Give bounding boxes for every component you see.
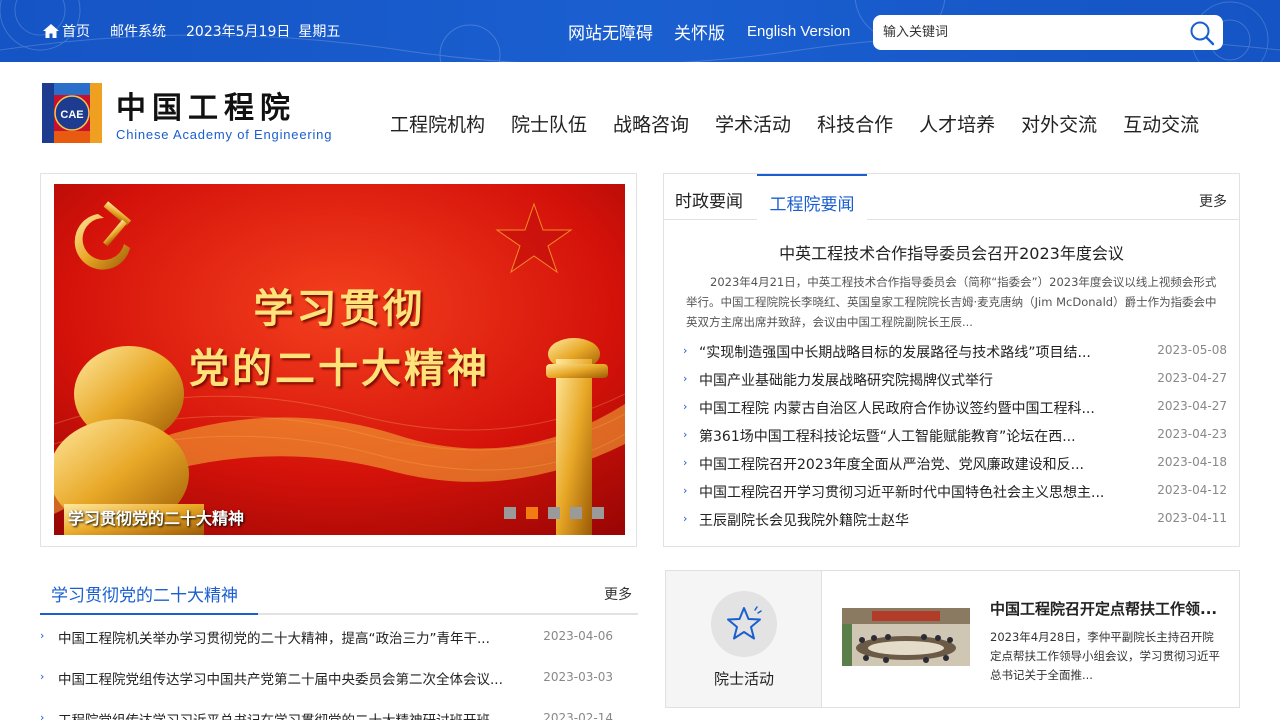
carousel-dot-4[interactable] bbox=[570, 507, 582, 519]
banner-panel: 学习贯彻 党的二十大精神 学习贯彻党的二十大精神 bbox=[40, 173, 637, 547]
news-item-date: 2023-04-18 bbox=[1157, 455, 1227, 469]
list-item: › 工程院党组传达学习习近平总书记在学习贯彻党的二十大精神研讨班开班... 2023… bbox=[40, 706, 638, 720]
current-date: 2023年5月19日 bbox=[186, 24, 291, 40]
list-item: › “实现制造强国中长期战略目标的发展路径与技术路线”项目结... 2023-05-… bbox=[664, 342, 1239, 370]
chevron-right-icon: › bbox=[683, 484, 688, 497]
chevron-right-icon: › bbox=[40, 629, 45, 642]
banner-caption[interactable]: 学习贯彻党的二十大精神 bbox=[68, 505, 244, 529]
news-item-title[interactable]: 中国工程院 内蒙古自治区人民政府合作协议签约暨中国工程科... bbox=[699, 398, 1119, 418]
chevron-right-icon: › bbox=[683, 456, 688, 469]
search-box bbox=[873, 15, 1223, 50]
news-item-title[interactable]: 第361场中国工程科技论坛暨“人工智能赋能教育”论坛在西... bbox=[699, 426, 1119, 446]
news-item-date: 2023-04-12 bbox=[1157, 483, 1227, 497]
banner-title-line2: 党的二十大精神 bbox=[189, 346, 490, 392]
carousel-dots bbox=[504, 507, 614, 519]
list-item: › 第361场中国工程科技论坛暨“人工智能赋能教育”论坛在西... 2023-04-… bbox=[664, 426, 1239, 454]
academician-activity-label: 院士活动 bbox=[713, 670, 774, 688]
accessibility-link[interactable]: 网站无障碍 bbox=[568, 19, 653, 44]
care-mode-link[interactable]: 关怀版 bbox=[674, 19, 725, 44]
study-item-date: 2023-04-06 bbox=[543, 629, 613, 643]
tab-cae-news[interactable]: 工程院要闻 bbox=[757, 174, 867, 220]
news-item-title[interactable]: 中国工程院召开学习贯彻习近平新时代中国特色社会主义思想主... bbox=[699, 482, 1119, 502]
news-list: › “实现制造强国中长期战略目标的发展路径与技术路线”项目结... 2023-05-… bbox=[664, 342, 1239, 538]
chevron-right-icon: › bbox=[683, 344, 688, 357]
study-item-date: 2023-03-03 bbox=[543, 670, 613, 684]
carousel-dot-5[interactable] bbox=[592, 507, 604, 519]
site-logo[interactable]: CAE 中国工程院 Chinese Academy of Engineering bbox=[42, 83, 362, 145]
mail-system-link[interactable]: 邮件系统 bbox=[110, 21, 166, 41]
logo-english-name: Chinese Academy of Engineering bbox=[116, 127, 333, 142]
study-item-title[interactable]: 工程院党组传达学习习近平总书记在学习贯彻党的二十大精神研讨班开班... bbox=[58, 709, 524, 720]
search-icon[interactable] bbox=[1189, 20, 1215, 46]
banner-title-line1: 学习贯彻 bbox=[253, 286, 426, 332]
nav-item-academic[interactable]: 学术活动 bbox=[715, 110, 791, 137]
academician-activity-card: 院士活动 中国工程院召开定点帮扶工作领... 2023年4月28日，李仲平副院长… bbox=[665, 570, 1240, 708]
news-item-date: 2023-04-27 bbox=[1157, 371, 1227, 385]
nav-item-talent[interactable]: 人才培养 bbox=[919, 110, 995, 137]
study-section-title[interactable]: 学习贯彻党的二十大精神 bbox=[40, 572, 258, 615]
chevron-right-icon: › bbox=[683, 512, 688, 525]
news-item-title[interactable]: 王辰副院长会见我院外籍院士赵华 bbox=[699, 510, 1119, 530]
news-headline[interactable]: 中英工程技术合作指导委员会召开2023年度会议 bbox=[664, 240, 1239, 264]
carousel-dot-3[interactable] bbox=[548, 507, 560, 519]
academician-news-title[interactable]: 中国工程院召开定点帮扶工作领... bbox=[990, 598, 1225, 619]
study-section: 学习贯彻党的二十大精神 更多 › 中国工程院机关举办学习贯彻党的二十大精神，提高“… bbox=[40, 572, 638, 720]
news-more-link[interactable]: 更多 bbox=[1199, 191, 1227, 211]
main-nav: 工程院机构 院士队伍 战略咨询 学术活动 科技合作 人才培养 对外交流 互动交流 bbox=[390, 110, 1199, 137]
current-weekday: 星期五 bbox=[298, 24, 341, 40]
news-tabs: 时政要闻 工程院要闻 更多 bbox=[664, 174, 1239, 220]
search-input[interactable] bbox=[883, 15, 1173, 50]
home-icon bbox=[43, 24, 59, 38]
banner-carousel[interactable]: 学习贯彻 党的二十大精神 学习贯彻党的二十大精神 bbox=[54, 184, 625, 535]
academician-activity-tab[interactable]: 院士活动 bbox=[666, 571, 822, 707]
news-item-title[interactable]: 中国工程院召开2023年度全面从严治党、党风廉政建设和反... bbox=[699, 454, 1119, 474]
nav-item-institution[interactable]: 工程院机构 bbox=[390, 110, 485, 137]
nav-item-strategy[interactable]: 战略咨询 bbox=[613, 110, 689, 137]
star-icon-badge bbox=[711, 591, 777, 657]
cae-emblem: CAE bbox=[42, 83, 102, 143]
news-item-date: 2023-04-23 bbox=[1157, 427, 1227, 441]
chevron-right-icon: › bbox=[40, 711, 45, 720]
top-bar: 首页 邮件系统 2023年5月19日 星期五 网站无障碍 关怀版 English… bbox=[0, 0, 1280, 62]
chevron-right-icon: › bbox=[683, 372, 688, 385]
tab-politics-news[interactable]: 时政要闻 bbox=[675, 187, 743, 212]
news-item-date: 2023-05-08 bbox=[1157, 343, 1227, 357]
home-link[interactable]: 首页 bbox=[42, 21, 90, 41]
list-item: › 中国工程院党组传达学习中国共产党第二十届中央委员会第二次全体会议... 2023… bbox=[40, 665, 638, 706]
news-item-title[interactable]: 中国产业基础能力发展战略研究院揭牌仪式举行 bbox=[699, 370, 1119, 390]
list-item: › 中国工程院召开2023年度全面从严治党、党风廉政建设和反... 2023-04-… bbox=[664, 454, 1239, 482]
list-item: › 王辰副院长会见我院外籍院士赵华 2023-04-11 bbox=[664, 510, 1239, 538]
academician-news-text[interactable]: 2023年4月28日，李仲平副院长主持召开院定点帮扶工作领导小组会议，学习贯彻习… bbox=[990, 628, 1225, 685]
star-icon bbox=[727, 606, 762, 640]
nav-item-interaction[interactable]: 互动交流 bbox=[1123, 110, 1199, 137]
carousel-dot-1[interactable] bbox=[504, 507, 516, 519]
chevron-right-icon: › bbox=[40, 670, 45, 683]
news-item-date: 2023-04-27 bbox=[1157, 399, 1227, 413]
list-item: › 中国工程院机关举办学习贯彻党的二十大精神，提高“政治三力”青年干... 2023… bbox=[40, 624, 638, 665]
news-panel: 时政要闻 工程院要闻 更多 中英工程技术合作指导委员会召开2023年度会议 20… bbox=[663, 173, 1240, 547]
list-item: › 中国工程院 内蒙古自治区人民政府合作协议签约暨中国工程科... 2023-04-… bbox=[664, 398, 1239, 426]
logo-chinese-name: 中国工程院 bbox=[116, 91, 296, 126]
study-list: › 中国工程院机关举办学习贯彻党的二十大精神，提高“政治三力”青年干... 2023… bbox=[40, 624, 638, 720]
logo-badge-text: CAE bbox=[60, 109, 83, 121]
study-item-title[interactable]: 中国工程院党组传达学习中国共产党第二十届中央委员会第二次全体会议... bbox=[58, 668, 524, 688]
chevron-right-icon: › bbox=[683, 400, 688, 413]
study-item-date: 2023-02-14 bbox=[543, 711, 613, 720]
meeting-thumbnail[interactable] bbox=[842, 608, 970, 666]
chevron-right-icon: › bbox=[683, 428, 688, 441]
list-item: › 中国产业基础能力发展战略研究院揭牌仪式举行 2023-04-27 bbox=[664, 370, 1239, 398]
nav-item-cooperation[interactable]: 科技合作 bbox=[817, 110, 893, 137]
nav-item-academicians[interactable]: 院士队伍 bbox=[511, 110, 587, 137]
carousel-dot-2[interactable] bbox=[526, 507, 538, 519]
news-item-date: 2023-04-11 bbox=[1157, 511, 1227, 525]
news-summary[interactable]: 2023年4月21日，中英工程技术合作指导委员会（简称“指委会”）2023年度会… bbox=[686, 272, 1221, 332]
english-version-link[interactable]: English Version bbox=[747, 23, 850, 40]
news-item-title[interactable]: “实现制造强国中长期战略目标的发展路径与技术路线”项目结... bbox=[699, 342, 1119, 362]
list-item: › 中国工程院召开学习贯彻习近平新时代中国特色社会主义思想主... 2023-04-… bbox=[664, 482, 1239, 510]
study-section-header: 学习贯彻党的二十大精神 更多 bbox=[40, 572, 638, 615]
home-label: 首页 bbox=[62, 24, 90, 40]
study-more-link[interactable]: 更多 bbox=[604, 584, 632, 604]
nav-item-exchange[interactable]: 对外交流 bbox=[1021, 110, 1097, 137]
study-item-title[interactable]: 中国工程院机关举办学习贯彻党的二十大精神，提高“政治三力”青年干... bbox=[58, 627, 524, 647]
